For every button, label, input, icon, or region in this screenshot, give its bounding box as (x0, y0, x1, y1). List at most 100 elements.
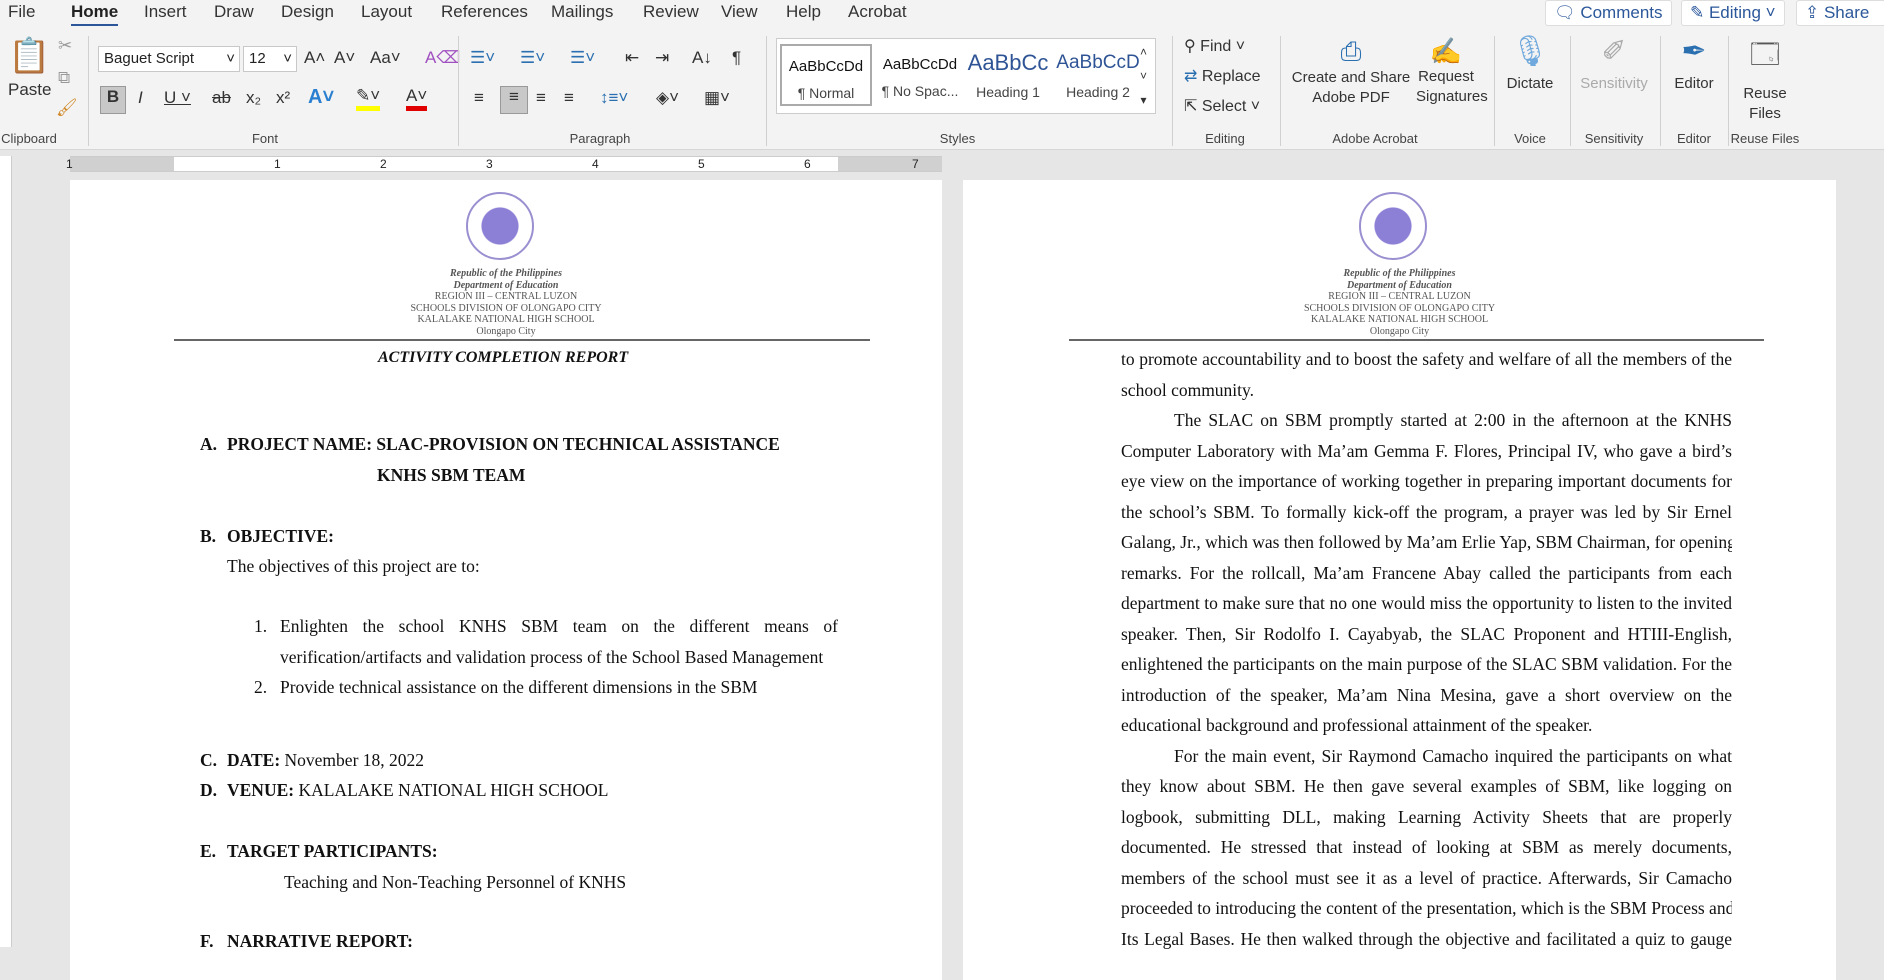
objective-1-cont: verification/artifacts and validation pr… (280, 647, 824, 667)
clear-formatting-icon[interactable]: A⌫ (425, 48, 460, 68)
section-label: F. (200, 931, 214, 951)
voice-group-label: Voice (1514, 131, 1546, 146)
tab-layout[interactable]: Layout (361, 2, 412, 22)
paste-icon[interactable]: 📋 (8, 36, 50, 76)
change-case-icon[interactable]: Aa˅ (370, 48, 401, 68)
narrative-line: eye view on the importance of working to… (1121, 471, 1732, 491)
narrative-line: department to make sure that no one woul… (1121, 593, 1732, 613)
tab-insert[interactable]: Insert (144, 2, 187, 22)
section-label: C. (200, 750, 218, 770)
text-effects-icon[interactable]: A˅ (308, 86, 334, 109)
highlight-icon[interactable]: ✎˅ (356, 86, 381, 111)
format-painter-icon[interactable]: 🖌 (56, 98, 78, 118)
comments-label: Comments (1580, 3, 1663, 22)
narrative-line: documented. He stressed that instead of … (1121, 837, 1732, 857)
dictate-button[interactable]: 🎙 Dictate (1500, 34, 1560, 92)
justify-icon[interactable]: ≡ (564, 88, 574, 108)
tab-references[interactable]: References (441, 2, 528, 22)
subscript-button[interactable]: x₂ (246, 88, 261, 108)
narrative-line: Galang, Jr., which was then followed by … (1121, 532, 1732, 552)
editing-label: Editing (1708, 3, 1761, 22)
sort-icon[interactable]: A↓ (692, 48, 712, 68)
underline-button[interactable]: U ˅ (164, 88, 191, 108)
narrative-line: proceeded to introducing the content of … (1121, 898, 1732, 918)
share-button[interactable]: ⇪ Share (1796, 0, 1884, 26)
replace-button[interactable]: ⇄ Replace (1184, 66, 1261, 86)
style-normal[interactable]: AaBbCcDd ¶ Normal (780, 44, 872, 106)
reuse-group-label: Reuse Files (1730, 131, 1800, 146)
ruler-number: 2 (380, 157, 387, 171)
editor-label: Editor (1674, 75, 1714, 92)
cut-icon[interactable]: ✂ (58, 36, 72, 56)
dictate-label: Dictate (1506, 75, 1554, 92)
bullets-icon[interactable]: ☰˅ (470, 48, 495, 68)
objective-intro: The objectives of this project are to: (227, 556, 480, 576)
align-right-icon[interactable]: ≡ (536, 88, 546, 108)
narrative-line: introduction of the speaker, Ma’am Nina … (1121, 684, 1732, 705)
page-1: Republic of the Philippines Department o… (70, 180, 942, 980)
signature-icon: ✍ (1429, 36, 1463, 66)
align-center-icon[interactable]: ≡ (500, 86, 528, 114)
tab-home[interactable]: Home (71, 2, 119, 27)
letterhead: Republic of the Philippines Department o… (70, 268, 942, 337)
decrease-indent-icon[interactable]: ⇤ (625, 48, 639, 68)
styles-scroll-icon[interactable]: ˄ ˅ ▾ (1140, 40, 1147, 112)
header-school: KALALAKE NATIONAL HIGH SCHOOL (417, 314, 595, 325)
sensitivity-button[interactable]: ✐ Sensitivity (1574, 34, 1654, 92)
line-spacing-icon[interactable]: ↕≡˅ (600, 88, 628, 108)
editor-button[interactable]: ✒ Editor (1664, 34, 1724, 92)
paste-button[interactable]: Paste (8, 80, 51, 100)
shading-icon[interactable]: ◈˅ (656, 88, 679, 108)
tab-design[interactable]: Design (281, 2, 334, 22)
editor-pen-icon: ✒ (1681, 35, 1707, 68)
report-title[interactable]: ACTIVITY COMPLETION REPORT (378, 349, 628, 367)
create-share-pdf-button[interactable]: ⎙ Create and Share Adobe PDF (1286, 36, 1416, 108)
request-signatures-button[interactable]: ✍ Request Signatures (1416, 36, 1488, 107)
clipboard-group-label: Clipboard (1, 131, 57, 146)
align-left-icon[interactable]: ≡ (474, 88, 484, 108)
numbering-icon[interactable]: ☰˅ (520, 48, 545, 68)
font-name-select[interactable]: Baguet Script ˅ (98, 46, 240, 72)
bold-button[interactable]: B (100, 86, 126, 114)
borders-icon[interactable]: ▦˅ (704, 88, 730, 108)
reuse-files-button[interactable]: 🗔 Reuse Files (1732, 34, 1798, 124)
tab-file[interactable]: File (8, 2, 35, 22)
header-divider (174, 339, 870, 341)
multilevel-list-icon[interactable]: ☰˅ (570, 48, 595, 68)
header-city: Olongapo City (1369, 325, 1430, 337)
tab-help[interactable]: Help (786, 2, 821, 22)
style-preview: AaBbCcDd (882, 56, 958, 73)
comments-button[interactable]: 🗨 Comments (1545, 0, 1672, 26)
style-no-spacing[interactable]: AaBbCcDd ¶ No Spac... (874, 44, 966, 106)
header-republic: Republic of the Philippines (450, 268, 562, 279)
section-label: B. (200, 526, 217, 546)
copy-icon[interactable]: ⧉ (58, 68, 70, 88)
italic-button[interactable]: I (138, 88, 143, 108)
font-size-select[interactable]: 12 ˅ (243, 46, 297, 72)
strikethrough-button[interactable]: ab (212, 88, 231, 108)
list-number: 2. (254, 677, 268, 697)
shrink-font-icon[interactable]: A˅ (334, 48, 355, 68)
venue-value: KALALAKE NATIONAL HIGH SCHOOL (294, 780, 609, 800)
style-name: Heading 2 (1066, 84, 1130, 100)
sensitivity-icon: ✐ (1601, 35, 1627, 68)
select-button[interactable]: ⇱ Select ˅ (1184, 96, 1260, 116)
grow-font-icon[interactable]: A˄ (304, 48, 325, 68)
show-formatting-icon[interactable]: ¶ (732, 48, 741, 68)
superscript-button[interactable]: x² (276, 88, 290, 108)
style-heading-2[interactable]: AaBbCcD Heading 2 (1052, 44, 1144, 106)
editing-mode-button[interactable]: ✎ Editing ˅ (1681, 0, 1785, 26)
tab-view[interactable]: View (721, 2, 758, 22)
style-preview: AaBbCcD (1056, 52, 1140, 73)
find-button[interactable]: ⚲ Find ˅ (1184, 36, 1245, 56)
horizontal-ruler[interactable]: 1 1 2 3 4 5 6 7 (66, 156, 942, 172)
vertical-ruler[interactable] (0, 156, 12, 947)
font-color-icon[interactable]: A˅ (406, 86, 428, 111)
tab-draw[interactable]: Draw (214, 2, 254, 22)
tab-acrobat[interactable]: Acrobat (848, 2, 907, 22)
increase-indent-icon[interactable]: ⇥ (655, 48, 669, 68)
tab-mailings[interactable]: Mailings (551, 2, 613, 22)
header-division: SCHOOLS DIVISION OF OLONGAPO CITY (410, 302, 602, 314)
tab-review[interactable]: Review (643, 2, 699, 22)
style-heading-1[interactable]: AaBbCc Heading 1 (962, 44, 1054, 106)
